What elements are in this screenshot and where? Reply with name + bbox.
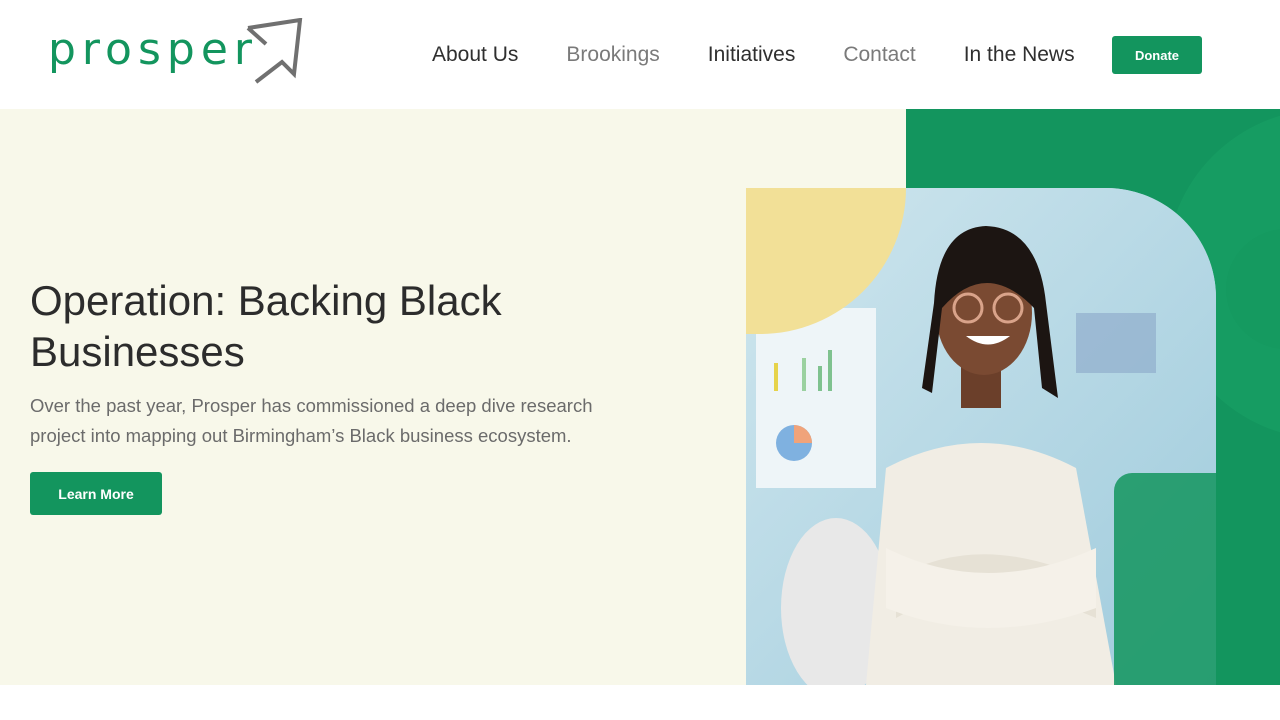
- donate-button[interactable]: Donate: [1112, 36, 1202, 74]
- nav-brookings[interactable]: Brookings: [566, 43, 659, 67]
- hero-section: Operation: Backing Black Businesses Over…: [0, 109, 1280, 685]
- prosper-logo[interactable]: prosper: [48, 18, 304, 84]
- site-header: prosper About Us Brookings Initiatives C…: [0, 0, 1280, 109]
- hero-photo: [746, 188, 1216, 685]
- decorative-shape: [1114, 473, 1216, 685]
- nav-in-the-news[interactable]: In the News: [964, 43, 1075, 67]
- nav-contact[interactable]: Contact: [843, 43, 915, 67]
- main-nav: About Us Brookings Initiatives Contact I…: [432, 40, 1123, 70]
- logo-wordmark: prosper: [48, 24, 258, 75]
- hero-description: Over the past year, Prosper has commissi…: [30, 395, 593, 446]
- nav-about-us[interactable]: About Us: [432, 43, 518, 67]
- arrow-up-right-icon: [246, 18, 303, 84]
- hero-title: Operation: Backing Black Businesses: [30, 277, 502, 375]
- learn-more-button[interactable]: Learn More: [30, 472, 162, 515]
- nav-initiatives[interactable]: Initiatives: [708, 43, 796, 67]
